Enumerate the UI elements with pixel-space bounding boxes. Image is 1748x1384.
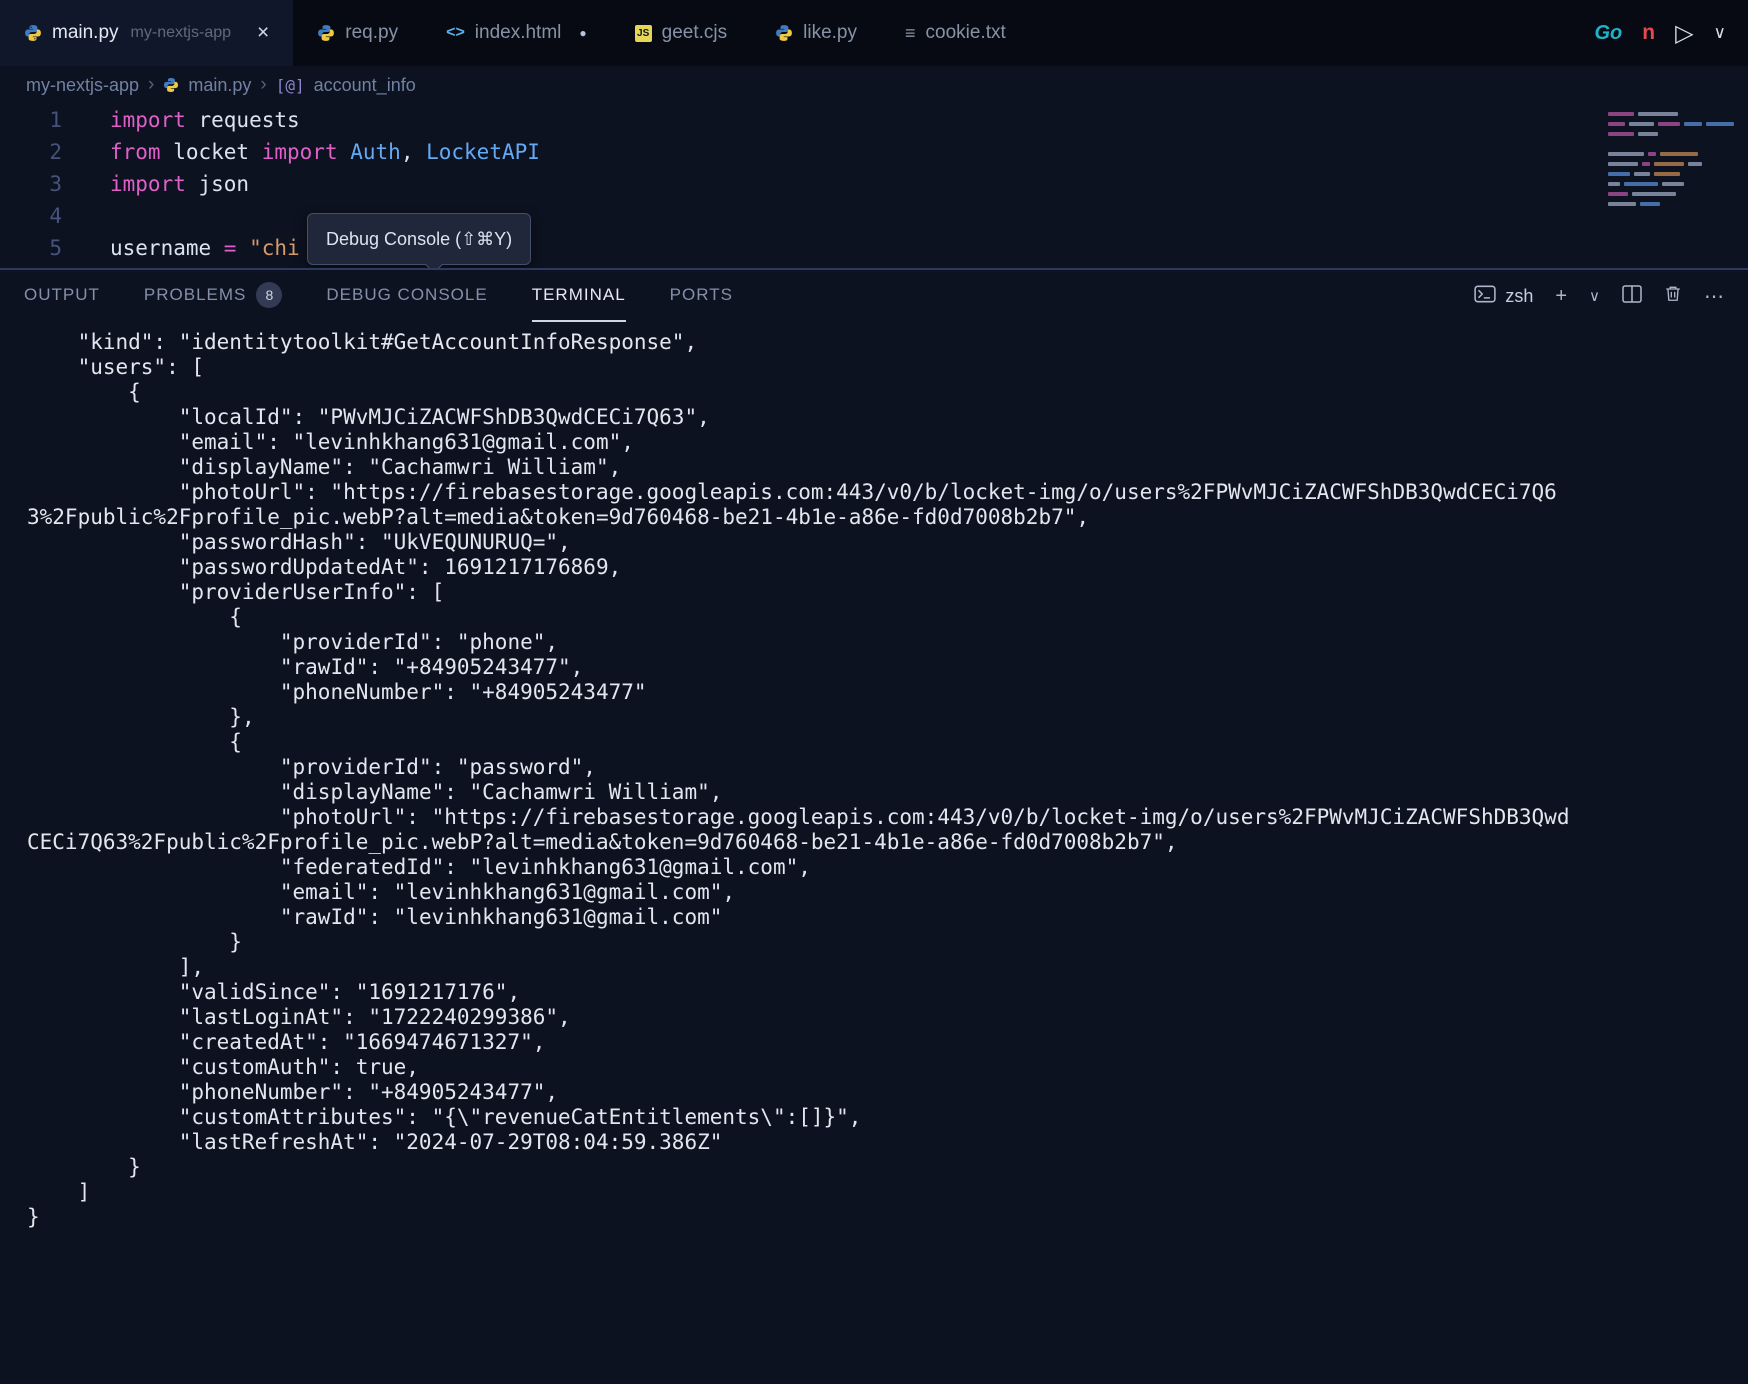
panel-tabs: OUTPUT PROBLEMS 8 DEBUG CONSOLE TERMINAL… [24, 270, 733, 322]
terminal-icon [1474, 285, 1496, 308]
tab-detail: my-nextjs-app [131, 24, 231, 42]
line-number: 3 [0, 168, 62, 200]
panel-tab-label: TERMINAL [532, 285, 626, 305]
problems-count-badge: 8 [256, 282, 282, 308]
python-icon [163, 77, 179, 93]
operator-token: = [211, 236, 249, 260]
split-terminal-icon[interactable] [1622, 285, 1642, 308]
chevron-down-icon[interactable]: ∨ [1714, 23, 1726, 43]
breadcrumb-item-folder[interactable]: my-nextjs-app [26, 75, 139, 96]
keyword-token: import [262, 140, 338, 164]
code-line: 2 from locket import Auth, LocketAPI [0, 136, 1748, 168]
tab-req-py[interactable]: req.py [293, 0, 422, 66]
class-token: Auth [338, 140, 401, 164]
string-token: "chi [249, 236, 300, 260]
panel-tab-label: PROBLEMS [144, 285, 246, 305]
chevron-right-icon: › [148, 74, 154, 96]
tab-geet-cjs[interactable]: JS geet.cjs [611, 0, 751, 66]
go-icon[interactable]: Go [1594, 22, 1622, 45]
tab-label: main.py [52, 22, 119, 44]
keyword-token: import [110, 172, 186, 196]
code-line: 1 import requests [0, 104, 1748, 136]
code-token: locket [161, 140, 262, 164]
minimap[interactable] [1608, 112, 1734, 206]
tooltip-caret [426, 257, 443, 268]
breadcrumb: my-nextjs-app › main.py › [@] account_in… [0, 66, 1748, 104]
code-line: 3 import json [0, 168, 1748, 200]
chevron-right-icon: › [260, 74, 266, 96]
terminal-output[interactable]: "kind": "identitytoolkit#GetAccountInfoR… [27, 330, 1575, 1230]
python-icon [775, 24, 793, 42]
keyword-token: import [110, 108, 186, 132]
code-token: json [186, 172, 249, 196]
tab-problems[interactable]: PROBLEMS 8 [144, 270, 282, 322]
tooltip-label: Debug Console (⇧⌘Y) [326, 229, 512, 249]
panel-actions: zsh + ∨ ⋯ [1474, 284, 1724, 309]
tab-index-html[interactable]: <> index.html ● [422, 0, 611, 66]
npm-icon[interactable]: n [1642, 21, 1655, 45]
breadcrumb-item-symbol[interactable]: account_info [314, 75, 416, 96]
new-terminal-icon[interactable]: + [1555, 285, 1567, 308]
text-file-icon: ≡ [905, 23, 916, 44]
debug-console-tooltip: Debug Console (⇧⌘Y) [307, 213, 531, 265]
shell-name: zsh [1505, 286, 1533, 307]
more-actions-icon[interactable]: ⋯ [1704, 284, 1724, 309]
bottom-panel: OUTPUT PROBLEMS 8 DEBUG CONSOLE TERMINAL… [0, 268, 1748, 1382]
breadcrumb-item-file[interactable]: main.py [188, 75, 251, 96]
code-line: 4 [0, 200, 1748, 232]
code-line: 5 username = "chi [0, 232, 1748, 264]
shell-selector[interactable]: zsh [1474, 285, 1533, 308]
editor-tab-bar: main.py my-nextjs-app × req.py <> index.… [0, 0, 1748, 66]
tab-output[interactable]: OUTPUT [24, 270, 100, 322]
tab-label: geet.cjs [662, 22, 727, 44]
run-button[interactable]: ▷ [1675, 19, 1693, 48]
tab-ports[interactable]: PORTS [670, 270, 733, 322]
tab-terminal[interactable]: TERMINAL [532, 270, 626, 322]
class-token: LocketAPI [413, 140, 539, 164]
line-number: 2 [0, 136, 62, 168]
code-token: requests [186, 108, 300, 132]
symbol-icon: [@] [276, 76, 305, 95]
python-icon [317, 24, 335, 42]
panel-tab-label: DEBUG CONSOLE [326, 285, 487, 305]
tabbar-actions: Go n ▷ ∨ [1594, 0, 1748, 66]
line-number: 4 [0, 200, 62, 232]
keyword-token: from [110, 140, 161, 164]
line-number: 1 [0, 104, 62, 136]
tab-label: req.py [345, 22, 398, 44]
code-editor[interactable]: 1 import requests 2 from locket import A… [0, 104, 1748, 268]
tab-label: like.py [803, 22, 857, 44]
tab-main-py[interactable]: main.py my-nextjs-app × [0, 0, 293, 66]
close-icon[interactable]: × [257, 21, 269, 45]
html-icon: <> [446, 24, 465, 42]
line-number: 5 [0, 232, 62, 264]
tab-cookie-txt[interactable]: ≡ cookie.txt [881, 0, 1030, 66]
tab-debug-console[interactable]: DEBUG CONSOLE [326, 270, 487, 322]
panel-tab-label: PORTS [670, 285, 733, 305]
chevron-down-icon[interactable]: ∨ [1589, 287, 1600, 305]
modified-dot-icon[interactable]: ● [579, 26, 586, 40]
panel-header: OUTPUT PROBLEMS 8 DEBUG CONSOLE TERMINAL… [0, 270, 1748, 322]
tab-label: index.html [475, 22, 562, 44]
kill-terminal-icon[interactable] [1664, 284, 1682, 308]
javascript-icon: JS [635, 25, 652, 42]
panel-tab-label: OUTPUT [24, 285, 100, 305]
tab-like-py[interactable]: like.py [751, 0, 881, 66]
python-icon [24, 24, 42, 42]
variable-token: username [110, 236, 211, 260]
tab-label: cookie.txt [926, 22, 1006, 44]
code-token: , [401, 140, 414, 164]
